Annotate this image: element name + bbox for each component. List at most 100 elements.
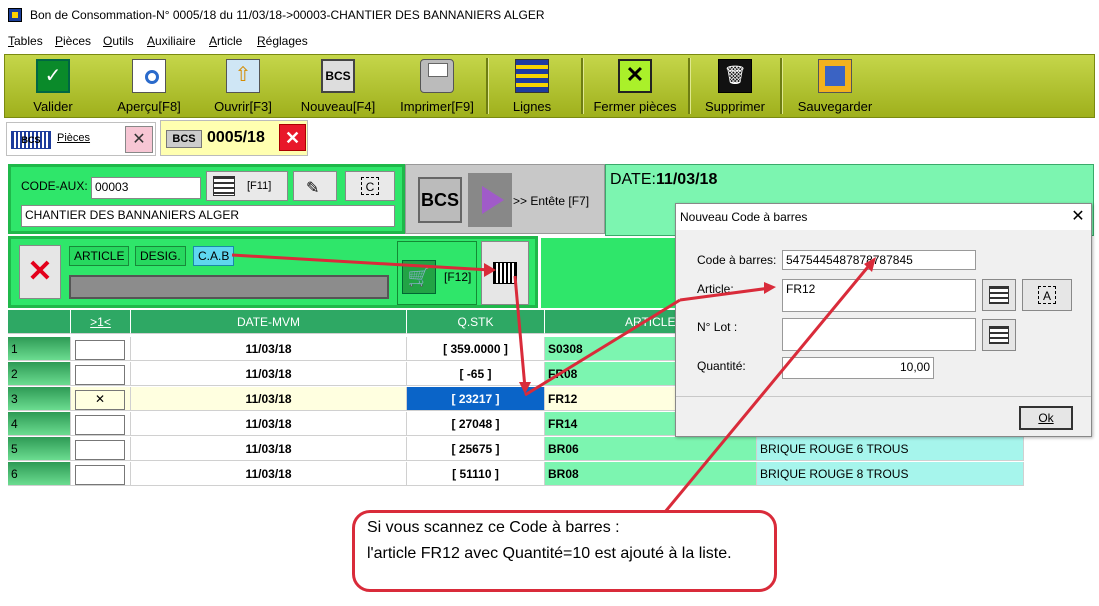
bcs-button[interactable]: BCS bbox=[418, 177, 462, 223]
client-list-button[interactable]: [F11] bbox=[206, 171, 288, 201]
tab-pieces-label: Pièces bbox=[57, 132, 91, 144]
callout-line-1: Si vous scannez ce Code à barres : bbox=[367, 519, 620, 536]
menu-auxiliaire[interactable]: Auxiliaire bbox=[147, 34, 196, 48]
header-date-mvm[interactable]: DATE-MVM bbox=[131, 310, 407, 334]
menu-bar: Tables Pièces Outils Auxiliaire Article … bbox=[0, 30, 1099, 52]
filter-designation-chip[interactable]: DESIG. bbox=[135, 246, 186, 266]
play-icon[interactable] bbox=[468, 173, 512, 227]
article-list-button[interactable] bbox=[982, 279, 1016, 311]
menu-article[interactable]: Article bbox=[209, 34, 242, 48]
row-checkbox[interactable] bbox=[75, 340, 125, 360]
ok-button[interactable]: Ok bbox=[1019, 406, 1073, 430]
barcode-input[interactable]: 5475445487878787845 bbox=[782, 250, 976, 270]
entete-button[interactable]: >> Entête [F7] bbox=[513, 194, 589, 208]
edit-icon: ✎ bbox=[306, 180, 320, 197]
menu-outils[interactable]: Outils bbox=[103, 34, 134, 48]
bcs-badge: BCS bbox=[11, 131, 51, 149]
header-row-number bbox=[8, 310, 71, 334]
header-qstk[interactable]: Q.STK bbox=[407, 310, 545, 334]
menu-reglages[interactable]: Réglages bbox=[257, 34, 308, 48]
close-pieces-button[interactable]: ✕ Fermer pièces bbox=[587, 55, 683, 117]
dialog-close-button[interactable]: ✕ bbox=[1068, 207, 1088, 227]
toolbar-separator bbox=[688, 58, 691, 114]
trash-icon: 🗑 bbox=[718, 59, 752, 93]
lines-icon bbox=[515, 59, 549, 93]
lines-button[interactable]: Lignes bbox=[493, 55, 571, 117]
add-to-cart-button[interactable]: 🛒 [F12] bbox=[397, 241, 477, 305]
header-select[interactable]: >1< bbox=[71, 310, 131, 334]
save-button[interactable]: Sauvegarder bbox=[787, 55, 883, 117]
client-panel: CODE-AUX: 00003 [F11] ✎ C CHANTIER DES B… bbox=[8, 164, 405, 234]
toolbar-separator bbox=[581, 58, 584, 114]
window-title: Bon de Consommation-N° 0005/18 du 11/03/… bbox=[30, 8, 545, 22]
client-name-field[interactable]: CHANTIER DES BANNANIERS ALGER bbox=[21, 205, 395, 227]
app-icon bbox=[8, 8, 22, 22]
close-document-tab-button[interactable]: ✕ bbox=[279, 124, 306, 151]
preview-button[interactable]: Aperçu[F8] bbox=[105, 55, 193, 117]
article-label: Article: bbox=[697, 282, 734, 296]
dialog-divider bbox=[676, 396, 1091, 397]
table-row[interactable]: 6 11/03/18 [ 51110 ] BR08 BRIQUE ROUGE 8… bbox=[8, 462, 1024, 487]
quantity-input[interactable]: 10,00 bbox=[782, 357, 934, 379]
open-button[interactable]: ⇧ Ouvrir[F3] bbox=[199, 55, 287, 117]
printer-icon bbox=[420, 59, 454, 93]
cart-icon: 🛒 bbox=[402, 260, 436, 294]
code-aux-label: CODE-AUX: bbox=[21, 179, 88, 193]
close-pieces-tab-button[interactable]: ✕ bbox=[125, 126, 153, 153]
title-bar: Bon de Consommation-N° 0005/18 du 11/03/… bbox=[0, 0, 1099, 30]
new-barcode-dialog: Nouveau Code à barres ✕ Code à barres: 5… bbox=[675, 203, 1092, 437]
document-tabs: BCS Pièces ✕ BCS 0005/18 ✕ bbox=[0, 119, 1099, 159]
article-input[interactable]: FR12 bbox=[782, 279, 976, 312]
table-row[interactable]: 5 11/03/18 [ 25675 ] BR06 BRIQUE ROUGE 6… bbox=[8, 437, 1024, 462]
close-pieces-icon: ✕ bbox=[618, 59, 652, 93]
filter-cab-chip[interactable]: C.A.B bbox=[193, 246, 235, 266]
menu-tables[interactable]: Tables bbox=[8, 34, 43, 48]
lot-input[interactable] bbox=[782, 318, 976, 351]
card-icon: A bbox=[1038, 286, 1056, 304]
toolbar-separator bbox=[486, 58, 489, 114]
dialog-title: Nouveau Code à barres bbox=[676, 204, 1091, 230]
validate-icon: ✓ bbox=[36, 59, 70, 93]
validate-button[interactable]: ✓ Valider bbox=[9, 55, 97, 117]
tab-document[interactable]: BCS 0005/18 ✕ bbox=[160, 120, 308, 156]
bcs-new-icon: BCS bbox=[321, 59, 355, 93]
edit-client-button[interactable]: ✎ bbox=[293, 171, 337, 201]
row-checkbox[interactable] bbox=[75, 415, 125, 435]
annotation-callout: Si vous scannez ce Code à barres : l'art… bbox=[352, 510, 777, 592]
row-checkbox[interactable] bbox=[75, 440, 125, 460]
toolbar-separator bbox=[780, 58, 783, 114]
preview-icon bbox=[132, 59, 166, 93]
row-checkbox[interactable] bbox=[75, 465, 125, 485]
article-filter-extension bbox=[541, 238, 676, 308]
toolbar: ✓ Valider Aperçu[F8] ⇧ Ouvrir[F3] BCS No… bbox=[4, 54, 1095, 118]
save-icon bbox=[818, 59, 852, 93]
header-actions: BCS >> Entête [F7] bbox=[405, 164, 605, 234]
article-filter-panel: ✕ ARTICLE DESIG. C.A.B 🛒 [F12] bbox=[8, 236, 538, 308]
barcode-label: Code à barres: bbox=[697, 253, 777, 267]
card-icon: C bbox=[361, 177, 379, 195]
filter-article-chip[interactable]: ARTICLE bbox=[69, 246, 130, 266]
lot-label: N° Lot : bbox=[697, 320, 738, 334]
lot-list-button[interactable] bbox=[982, 319, 1016, 351]
new-button[interactable]: BCS Nouveau[F4] bbox=[293, 55, 383, 117]
barcode-scan-button[interactable] bbox=[481, 241, 529, 305]
document-number: 0005/18 bbox=[207, 129, 265, 146]
quantity-label: Quantité: bbox=[697, 359, 746, 373]
list-icon bbox=[989, 286, 1009, 304]
row-checkbox-checked[interactable]: ✕ bbox=[75, 390, 125, 410]
list-icon bbox=[213, 176, 235, 196]
date-display: DATE:11/03/18 bbox=[610, 171, 718, 188]
article-card-button[interactable]: A bbox=[1022, 279, 1072, 311]
article-search-input[interactable] bbox=[69, 275, 389, 299]
delete-button[interactable]: 🗑 Supprimer bbox=[695, 55, 775, 117]
code-aux-input[interactable]: 00003 bbox=[91, 177, 201, 199]
list-icon bbox=[989, 326, 1009, 344]
client-card-button[interactable]: C bbox=[345, 171, 395, 201]
tab-pieces[interactable]: BCS Pièces ✕ bbox=[6, 122, 156, 156]
print-button[interactable]: Imprimer[F9] bbox=[391, 55, 483, 117]
clear-filter-button[interactable]: ✕ bbox=[19, 245, 61, 299]
barcode-icon bbox=[493, 262, 517, 284]
open-icon: ⇧ bbox=[226, 59, 260, 93]
row-checkbox[interactable] bbox=[75, 365, 125, 385]
menu-pieces[interactable]: Pièces bbox=[55, 34, 91, 48]
